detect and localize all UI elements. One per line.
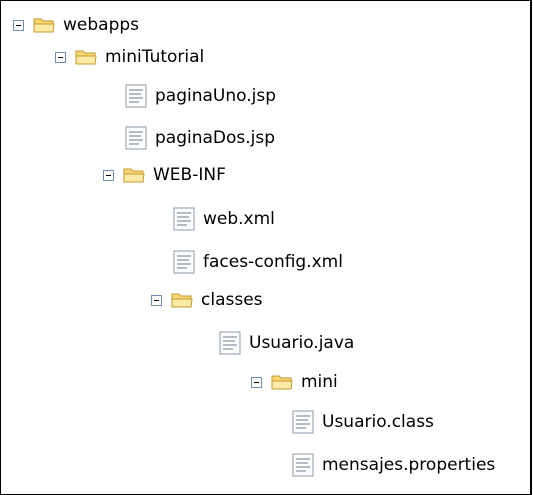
tree-node-label: miniTutorial xyxy=(105,47,205,67)
tree-node-usuario-class[interactable]: Usuario.class xyxy=(292,404,434,440)
tree-node-classes[interactable]: classes xyxy=(151,282,263,318)
tree-node-label: webapps xyxy=(63,15,140,35)
tree-node-minitutorial[interactable]: miniTutorial xyxy=(55,39,204,75)
collapse-toggle-icon[interactable] xyxy=(151,294,162,306)
tree-node-label: mensajes.properties xyxy=(322,455,496,475)
tree-node-web-inf[interactable]: WEB-INF xyxy=(103,157,226,193)
file-tree: webapps miniTutorial paginaUno.jsp pagin… xyxy=(0,0,532,495)
tree-node-label: web.xml xyxy=(203,209,275,229)
tree-node-webapps[interactable]: webapps xyxy=(13,7,139,43)
file-icon xyxy=(173,207,195,231)
file-icon xyxy=(173,250,195,274)
tree-node-label: Usuario.class xyxy=(322,412,434,432)
tree-node-web-xml[interactable]: web.xml xyxy=(173,201,275,237)
tree-node-label: classes xyxy=(201,290,263,310)
file-icon xyxy=(292,410,314,434)
tree-node-label: paginaUno.jsp xyxy=(155,86,277,106)
file-icon xyxy=(219,331,241,355)
file-icon xyxy=(125,126,147,150)
tree-node-usuario-java[interactable]: Usuario.java xyxy=(219,325,354,361)
file-icon xyxy=(292,453,314,477)
folder-open-icon xyxy=(171,293,193,308)
tree-node-label: Usuario.java xyxy=(249,333,355,353)
tree-node-faces-config-xml[interactable]: faces-config.xml xyxy=(173,244,343,280)
file-icon xyxy=(125,84,147,108)
tree-node-paginados-jsp[interactable]: paginaDos.jsp xyxy=(125,120,275,156)
collapse-toggle-icon[interactable] xyxy=(251,376,262,388)
tree-node-label: WEB-INF xyxy=(153,165,226,185)
collapse-toggle-icon[interactable] xyxy=(55,51,66,63)
tree-node-label: paginaDos.jsp xyxy=(155,128,276,148)
tree-node-mini[interactable]: mini xyxy=(251,364,338,400)
tree-node-label: faces-config.xml xyxy=(203,252,343,272)
folder-open-icon xyxy=(271,375,293,390)
tree-node-paginauno-jsp[interactable]: paginaUno.jsp xyxy=(125,78,276,114)
tree-node-mensajes-properties[interactable]: mensajes.properties xyxy=(292,447,495,483)
tree-node-label: mini xyxy=(301,372,338,392)
collapse-toggle-icon[interactable] xyxy=(103,169,114,181)
folder-open-icon xyxy=(123,168,145,183)
collapse-toggle-icon[interactable] xyxy=(13,19,24,31)
folder-open-icon xyxy=(33,18,55,33)
folder-open-icon xyxy=(75,50,97,65)
